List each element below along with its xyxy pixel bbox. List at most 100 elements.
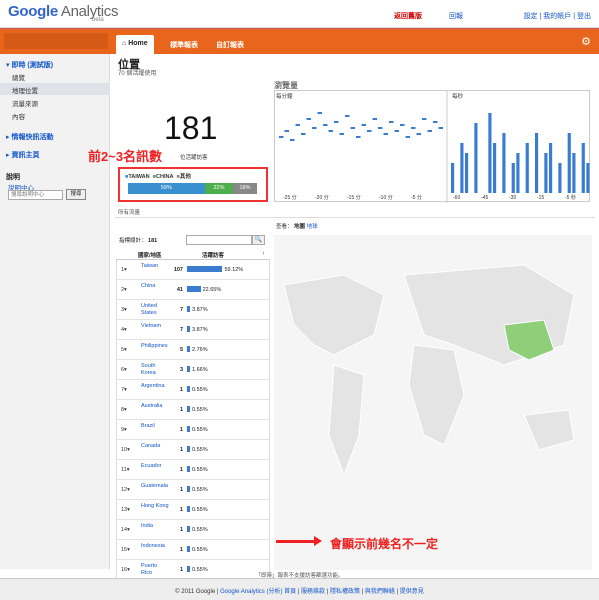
row-percent: 22.65% (202, 287, 222, 293)
row-country[interactable]: Guatemala (141, 483, 169, 490)
second-tick: -45 (481, 195, 488, 201)
second-bar (511, 163, 515, 193)
row-country[interactable]: Australia (141, 403, 169, 410)
view-tab-globe[interactable]: 地球 (307, 224, 318, 230)
my-account-link[interactable]: 我的帳戶 (543, 13, 571, 20)
row-country[interactable]: Brazil (141, 423, 169, 430)
table-row[interactable]: 2▾ China 41 22.65% (117, 280, 270, 300)
row-country[interactable]: Ecuador (141, 463, 169, 470)
gear-icon[interactable]: ⚙ (581, 35, 591, 48)
sidebar-item-traffic[interactable]: 流量來源 (12, 98, 38, 108)
col-visitors[interactable]: 活躍訪客 (202, 251, 224, 259)
visitor-share-bar: 59% 22% 18% (128, 183, 257, 194)
second-bar (558, 163, 562, 193)
table-row[interactable]: 4▾ Vietnam 7 3.87% (117, 320, 270, 340)
annotation-arrow (276, 540, 318, 543)
row-rank: 7▾ (121, 387, 127, 393)
view-tab-map[interactable]: 地圖 (294, 224, 305, 230)
logout-link[interactable]: 登出 (577, 13, 591, 20)
table-search-input[interactable] (186, 235, 252, 245)
tab-custom-reports[interactable]: 自訂報表 (210, 35, 250, 55)
row-percent: 0.55% (192, 487, 208, 493)
sidebar-section-intel[interactable]: ▸ 情報快訊活動 (6, 132, 53, 142)
row-country[interactable]: Argentina (141, 383, 169, 390)
report-link[interactable]: 回報 (449, 11, 463, 21)
sidebar-section-dashboard[interactable]: ▸ 資訊主頁 (6, 150, 39, 160)
tab-standard-reports[interactable]: 標準報表 (164, 35, 204, 55)
row-country[interactable]: China (141, 283, 169, 290)
footer-link-terms[interactable]: 服務條款 (301, 589, 325, 595)
row-bar (187, 526, 190, 532)
sort-arrow-icon[interactable]: ↓ (262, 250, 265, 256)
minute-tick: -25 分 (283, 194, 297, 201)
row-country[interactable]: Hong Kong (141, 503, 169, 510)
row-country[interactable]: Vietnam (141, 323, 169, 330)
footer-link-home[interactable]: Google Analytics (分析) 首頁 (220, 589, 296, 595)
sidebar-item-overview[interactable]: 總覽 (12, 72, 25, 82)
row-country[interactable]: Canada (141, 443, 169, 450)
sidebar-section-realtime[interactable]: ▾ 即時 (測試版) (6, 60, 53, 70)
sidebar-item-content[interactable]: 內容 (12, 111, 25, 121)
table-row[interactable]: 12▾ Guatemala 1 0.55% (117, 480, 270, 500)
active-visitors-caption: 位活躍訪客 (180, 155, 208, 161)
row-rank: 15▾ (121, 547, 130, 553)
row-country[interactable]: Indonesia (141, 543, 169, 550)
row-country[interactable]: United States (141, 303, 169, 317)
row-percent: 2.76% (192, 347, 208, 353)
table-row[interactable]: 7▾ Argentina 1 0.55% (117, 380, 270, 400)
table-row[interactable]: 14▾ India 1 0.55% (117, 520, 270, 540)
copyright: © 2011 Google (175, 589, 216, 595)
row-country[interactable]: Philippines (141, 343, 169, 350)
footer-link-contact[interactable]: 與我們聯絡 (365, 589, 395, 595)
footer-link-feedback[interactable]: 提供意見 (400, 589, 424, 595)
row-bar (187, 406, 190, 412)
row-rank: 2▾ (121, 287, 127, 293)
row-value: 1 (179, 407, 183, 413)
per-second-label: 每秒 (452, 94, 464, 100)
table-row[interactable]: 3▾ United States 7 3.87% (117, 300, 270, 320)
table-row[interactable]: 15▾ Indonesia 1 0.55% (117, 540, 270, 560)
row-country[interactable]: South Korea (141, 363, 169, 377)
help-search-button[interactable]: 搜尋 (66, 189, 86, 200)
row-value: 7 (179, 327, 183, 333)
table-row[interactable]: 13▾ Hong Kong 1 0.55% (117, 500, 270, 520)
row-country[interactable]: India (141, 523, 169, 530)
row-percent: 1.66% (192, 367, 208, 373)
search-icon[interactable]: 🔍 (252, 235, 265, 245)
row-rank: 13▾ (121, 507, 130, 513)
footer: © 2011 Google | Google Analytics (分析) 首頁… (0, 578, 599, 600)
sidebar-item-location[interactable]: 地理位置 (12, 85, 38, 95)
row-country[interactable]: Taiwan (141, 263, 169, 270)
row-value: 1 (179, 507, 183, 513)
footer-link-privacy[interactable]: 隱私權政策 (330, 589, 360, 595)
table-row[interactable]: 5▾ Philippines 5 2.76% (117, 340, 270, 360)
row-rank: 10▾ (121, 447, 130, 453)
page-subtitle: 70 個活躍使用 (118, 71, 157, 77)
tab-home[interactable]: ⌂ Home (116, 35, 154, 55)
second-bar (535, 133, 539, 193)
pageviews-svg: -25 分 -20 分 -15 分 -10 分 -5 分 -60 -45 -30 -15 -5 秒 (279, 91, 590, 203)
row-percent: 0.55% (192, 527, 208, 533)
second-bar (474, 123, 478, 193)
table-row[interactable]: 1▾ Taiwan 107 59.12% (117, 260, 270, 280)
settings-link[interactable]: 設定 (524, 13, 538, 20)
col-country[interactable]: 國家/地區 (138, 251, 162, 259)
table-row[interactable]: 8▾ Australia 1 0.55% (117, 400, 270, 420)
table-row[interactable]: 9▾ Brazil 1 0.55% (117, 420, 270, 440)
second-bar (488, 113, 492, 193)
table-row[interactable]: 11▾ Ecuador 1 0.55% (117, 460, 270, 480)
row-bar (187, 546, 190, 552)
table-row[interactable]: 10▾ Canada 1 0.55% (117, 440, 270, 460)
row-rank: 1▾ (121, 267, 127, 273)
metric-total: 指標總計： 181 (119, 236, 157, 244)
row-bar (187, 446, 190, 452)
account-selector[interactable] (4, 33, 108, 49)
old-version-link[interactable]: 返回舊版 (394, 11, 422, 21)
row-bar (187, 306, 190, 312)
minute-tick: -5 分 (411, 194, 422, 201)
world-map[interactable] (274, 235, 592, 570)
row-value: 3 (179, 367, 183, 373)
help-search-input[interactable] (8, 190, 63, 200)
active-visitors-count: 181 (164, 110, 218, 146)
table-row[interactable]: 6▾ South Korea 3 1.66% (117, 360, 270, 380)
